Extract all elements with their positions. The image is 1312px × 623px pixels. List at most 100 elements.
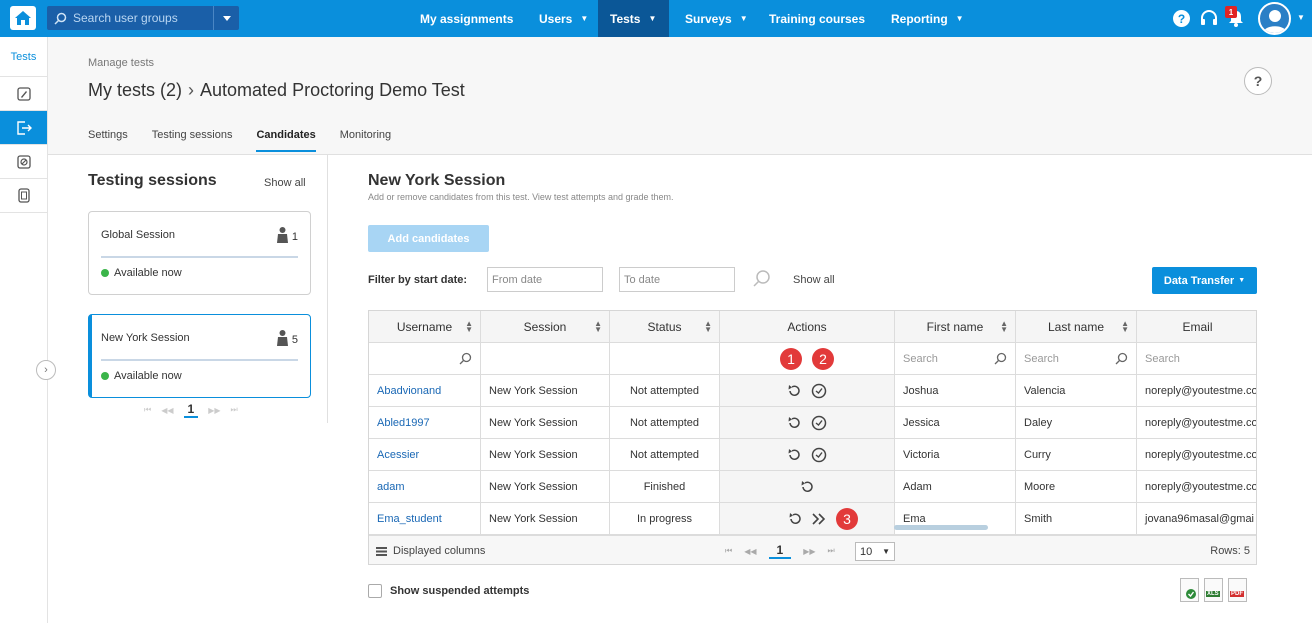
user-avatar[interactable] — [1258, 2, 1291, 35]
username-filter[interactable] — [369, 343, 481, 374]
session-cell: New York Session — [481, 439, 610, 470]
export-xls-icon[interactable]: XLS — [1204, 578, 1223, 602]
to-date-input[interactable]: To date — [619, 267, 735, 292]
tab-monitoring[interactable]: Monitoring — [340, 129, 391, 152]
session-cell: New York Session — [481, 503, 610, 534]
reset-icon[interactable] — [787, 384, 801, 398]
last-name-filter[interactable]: Search — [1016, 343, 1137, 374]
session-filter[interactable] — [481, 343, 610, 374]
first-name-filter[interactable]: Search — [895, 343, 1016, 374]
headset-icon[interactable] — [1199, 9, 1219, 30]
username-link[interactable]: Abled1997 — [369, 407, 481, 438]
nav-users[interactable]: Users ▼ — [527, 0, 600, 37]
first-page-icon[interactable]: ⏮ — [725, 546, 732, 556]
table-row: Abled1997 New York Session Not attempted… — [369, 407, 1256, 439]
clock-icon[interactable] — [811, 415, 827, 431]
export-check-icon[interactable] — [1180, 578, 1199, 602]
email-filter[interactable]: Search — [1137, 343, 1256, 374]
clock-icon[interactable] — [811, 447, 827, 463]
last-page-icon[interactable]: ⏭ — [231, 405, 238, 415]
session-card[interactable]: Global Session 1 Available now — [88, 211, 311, 295]
first-page-icon[interactable]: ⏮ — [144, 405, 151, 415]
caret-down-icon: ▼ — [580, 14, 589, 23]
status-filter[interactable] — [610, 343, 720, 374]
rail-item-proctoring[interactable] — [0, 145, 47, 179]
displayed-columns-label: Displayed columns — [393, 545, 486, 557]
nav-tests[interactable]: Tests ▼ — [598, 0, 669, 37]
nav-label: Surveys — [685, 11, 732, 26]
last-name-cell: Daley — [1016, 407, 1137, 438]
column-header-username[interactable]: Username ▲ ▼ — [369, 311, 481, 342]
column-header-email[interactable]: Email — [1137, 311, 1256, 342]
nav-my-assignments[interactable]: My assignments — [408, 0, 525, 37]
breadcrumb-root[interactable]: Manage tests — [88, 57, 154, 69]
nav-reporting[interactable]: Reporting ▼ — [879, 0, 976, 37]
username-link[interactable]: Abadvionand — [369, 375, 481, 406]
current-page[interactable]: 1 — [768, 543, 792, 559]
reset-icon[interactable] — [788, 512, 802, 526]
reset-icon[interactable] — [800, 480, 814, 494]
filter-search-icon[interactable] — [752, 269, 772, 292]
tab-candidates[interactable]: Candidates — [256, 129, 316, 152]
person-icon — [276, 227, 288, 243]
from-date-input[interactable]: From date — [487, 267, 603, 292]
filter-show-all[interactable]: Show all — [793, 274, 835, 286]
last-page-icon[interactable]: ⏭ — [828, 546, 835, 556]
reset-icon[interactable] — [787, 416, 801, 430]
show-suspended-toggle[interactable]: Show suspended attempts — [368, 584, 529, 598]
next-page-icon[interactable]: ▶▶ — [208, 406, 220, 415]
tab-testing-sessions[interactable]: Testing sessions — [152, 129, 233, 152]
data-transfer-button[interactable]: Data Transfer ▼ — [1152, 267, 1257, 294]
table-row: Ema_student New York Session In progress… — [369, 503, 1256, 535]
horizontal-scrollbar[interactable] — [894, 525, 988, 530]
status-cell: Finished — [610, 471, 720, 502]
sessions-show-all[interactable]: Show all — [264, 177, 306, 189]
user-group-search[interactable]: Search user groups — [47, 6, 239, 30]
prev-page-icon[interactable]: ◀◀ — [744, 547, 756, 556]
page-title: Automated Proctoring Demo Test — [200, 80, 465, 100]
displayed-columns-button[interactable]: Displayed columns — [376, 545, 485, 557]
rail-item-reports[interactable] — [0, 179, 47, 213]
reset-icon[interactable] — [787, 448, 801, 462]
next-page-icon[interactable]: ▶▶ — [803, 547, 815, 556]
username-link[interactable]: adam — [369, 471, 481, 502]
search-input[interactable]: Search user groups — [73, 11, 213, 25]
chevron-down-icon[interactable] — [213, 6, 239, 30]
column-header-last-name[interactable]: Last name ▲ ▼ — [1016, 311, 1137, 342]
actions-cell — [720, 439, 895, 470]
user-icon — [1262, 10, 1287, 33]
nav-training-courses[interactable]: Training courses — [757, 0, 877, 37]
table-row: Acessier New York Session Not attempted … — [369, 439, 1256, 471]
data-transfer-label: Data Transfer — [1163, 274, 1235, 287]
last-name-cell: Moore — [1016, 471, 1137, 502]
current-page[interactable]: 1 — [183, 402, 199, 418]
rail-item-manage[interactable] — [0, 111, 47, 145]
session-card-selected[interactable]: New York Session 5 Available now — [88, 314, 311, 398]
actions-filter-cell: 1 2 — [720, 343, 895, 374]
last-name-cell: Valencia — [1016, 375, 1137, 406]
fast-forward-icon[interactable] — [812, 512, 826, 525]
home-button[interactable] — [10, 6, 36, 30]
prev-page-icon[interactable]: ◀◀ — [161, 406, 173, 415]
help-icon[interactable]: ? — [1173, 10, 1190, 27]
page-help-button[interactable]: ? — [1244, 67, 1272, 95]
add-candidates-button[interactable]: Add candidates — [368, 225, 489, 252]
clock-icon[interactable] — [811, 383, 827, 399]
column-header-status[interactable]: Status ▲ ▼ — [610, 311, 720, 342]
nav-label: Tests — [610, 11, 641, 26]
tab-settings[interactable]: Settings — [88, 129, 128, 152]
export-pdf-icon[interactable]: PDF — [1228, 578, 1247, 602]
username-link[interactable]: Acessier — [369, 439, 481, 470]
suspended-checkbox[interactable] — [368, 584, 382, 598]
username-link[interactable]: Ema_student — [369, 503, 481, 534]
tab-bar: Settings Testing sessions Candidates Mon… — [88, 129, 415, 152]
rail-item-edit[interactable] — [0, 77, 47, 111]
page-size-value: 10 — [860, 545, 873, 558]
breadcrumb-parent[interactable]: My tests (2) — [88, 80, 182, 100]
nav-surveys[interactable]: Surveys ▼ — [673, 0, 760, 37]
column-header-first-name[interactable]: First name ▲ ▼ — [895, 311, 1016, 342]
menu-icon — [376, 546, 387, 556]
column-header-session[interactable]: Session ▲ ▼ — [481, 311, 610, 342]
avatar-caret-icon[interactable]: ▼ — [1297, 13, 1305, 22]
page-size-select[interactable]: 10 ▼ — [855, 542, 895, 561]
